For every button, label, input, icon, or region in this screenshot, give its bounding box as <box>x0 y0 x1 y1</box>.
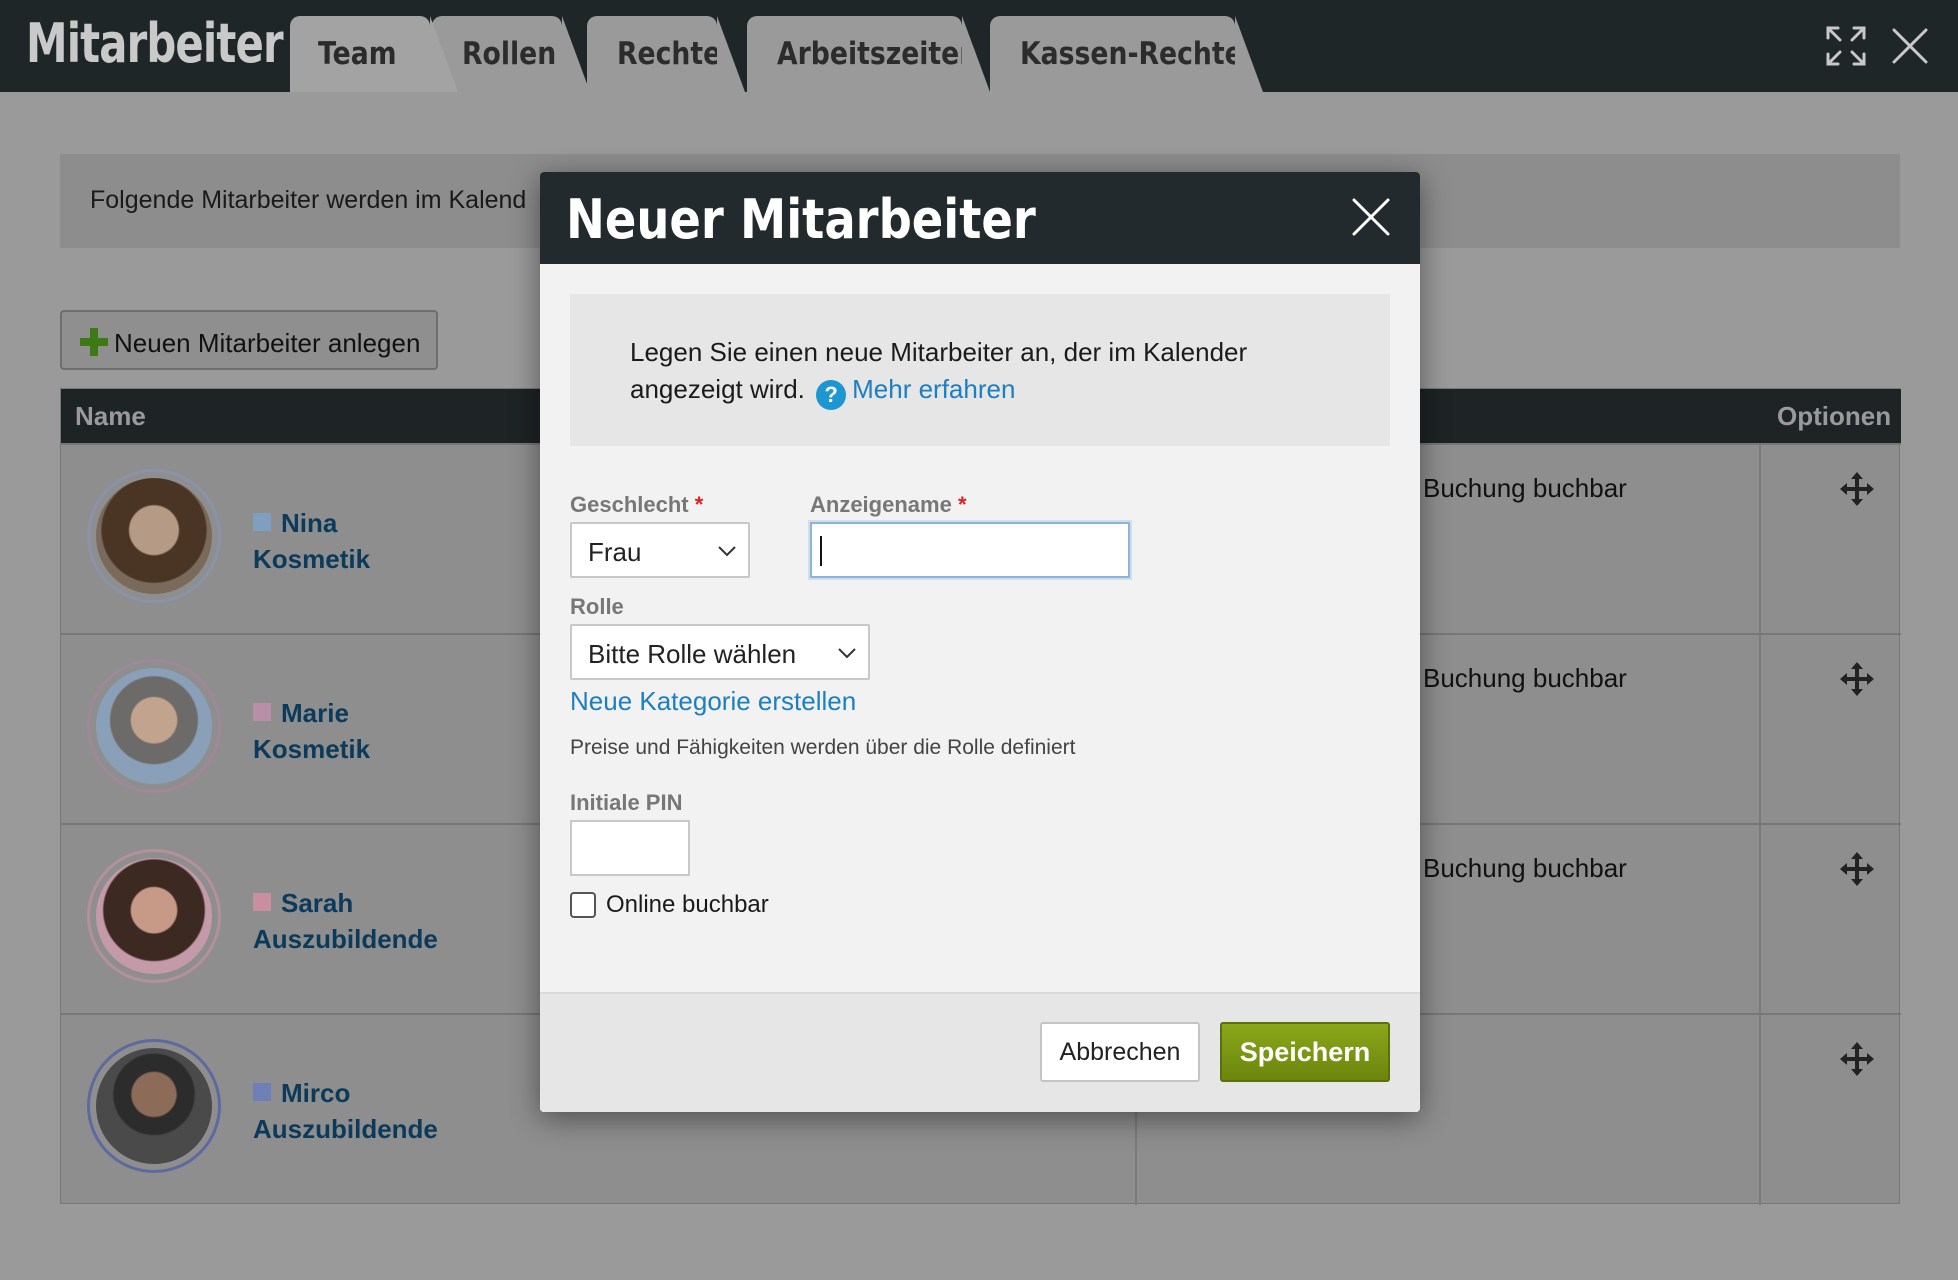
required-marker: * <box>694 492 704 517</box>
booking-status: Buchung buchbar <box>1423 473 1627 503</box>
text-caret <box>820 536 822 566</box>
employee-role: Kosmetik <box>253 734 371 764</box>
gender-label: Geschlecht * <box>570 492 703 518</box>
avatar <box>87 849 221 983</box>
employee-name[interactable]: Marie Kosmetik <box>253 695 370 767</box>
tab-label: Kassen-Rechte <box>1020 36 1243 72</box>
dialog-title: Neuer Mitarbeiter <box>566 188 1036 251</box>
avatar <box>87 659 221 793</box>
move-icon[interactable] <box>1839 851 1875 887</box>
avatar <box>87 469 221 603</box>
online-bookable-checkbox[interactable] <box>570 892 596 918</box>
save-button[interactable]: Speichern <box>1220 1022 1390 1082</box>
intro-text: Legen Sie einen neue Mitarbeiter an, der… <box>630 334 1350 410</box>
employee-name[interactable]: Nina Kosmetik <box>253 505 370 577</box>
top-bar: Mitarbeiter Team Rollen Rechte Arbeitsze… <box>0 0 1958 92</box>
plus-icon <box>80 328 108 356</box>
booking-status: Buchung buchbar <box>1423 663 1627 693</box>
move-icon[interactable] <box>1839 1041 1875 1077</box>
tab-label: Rollen <box>462 36 557 72</box>
color-square <box>253 703 271 721</box>
employee-role: Auszubildende <box>253 924 438 954</box>
display-name-label: Anzeigename * <box>810 492 967 518</box>
dialog-footer: Abbrechen Speichern <box>540 992 1420 1112</box>
employee-first-name: Nina <box>281 508 338 538</box>
new-employee-dialog: Neuer Mitarbeiter Legen Sie einen neue M… <box>540 172 1420 1112</box>
tab-rechte[interactable]: Rechte <box>587 16 745 92</box>
close-icon[interactable] <box>1888 24 1932 68</box>
employee-first-name: Marie <box>281 698 349 728</box>
role-select[interactable]: Bitte Rolle wählen <box>570 624 870 680</box>
cancel-button[interactable]: Abbrechen <box>1040 1022 1200 1082</box>
booking-status: Buchung buchbar <box>1423 853 1627 883</box>
employee-first-name: Mirco <box>281 1078 351 1108</box>
role-value: Bitte Rolle wählen <box>588 639 797 669</box>
dialog-header: Neuer Mitarbeiter <box>540 172 1420 264</box>
color-square <box>253 893 271 911</box>
role-label: Rolle <box>570 594 624 619</box>
expand-icon[interactable] <box>1824 24 1868 68</box>
tab-label: Arbeitszeiten <box>777 36 979 72</box>
tab-team[interactable]: Team <box>290 16 458 92</box>
display-name-label-text: Anzeigename <box>810 492 952 517</box>
gender-select[interactable]: Frau <box>570 522 750 578</box>
tab-kassen-rechte[interactable]: Kassen-Rechte <box>990 16 1263 92</box>
color-square <box>253 513 271 531</box>
chevron-down-icon <box>838 648 856 659</box>
chevron-down-icon <box>718 546 736 557</box>
info-text: Folgende Mitarbeiter werden im Kalend <box>90 186 527 214</box>
move-icon[interactable] <box>1839 471 1875 507</box>
new-category-link[interactable]: Neue Kategorie erstellen <box>570 686 856 717</box>
avatar <box>87 1039 221 1173</box>
online-bookable-label: Online buchbar <box>606 891 769 918</box>
add-employee-label: Neuen Mitarbeiter anlegen <box>114 328 421 358</box>
employee-role: Kosmetik <box>253 544 371 574</box>
intro-box: Legen Sie einen neue Mitarbeiter an, der… <box>570 294 1390 446</box>
role-hint: Preise und Fähigkeiten werden über die R… <box>570 736 1076 759</box>
pin-label: Initiale PIN <box>570 790 683 815</box>
required-marker: * <box>957 492 967 517</box>
close-icon[interactable] <box>1350 196 1392 238</box>
more-info-link[interactable]: Mehr erfahren <box>852 374 1015 404</box>
pin-input[interactable] <box>570 820 690 876</box>
add-employee-button[interactable]: Neuen Mitarbeiter anlegen <box>60 310 438 370</box>
employee-name[interactable]: Sarah Auszubildende <box>253 885 438 957</box>
employee-name[interactable]: Mirco Auszubildende <box>253 1075 438 1147</box>
gender-label-text: Geschlecht <box>570 492 689 517</box>
tab-arbeitszeiten[interactable]: Arbeitszeiten <box>747 16 990 92</box>
color-square <box>253 1083 271 1101</box>
employee-first-name: Sarah <box>281 888 354 918</box>
employee-role: Auszubildende <box>253 1114 438 1144</box>
app-title: Mitarbeiter <box>26 12 284 75</box>
tab-label: Team <box>318 36 397 72</box>
column-header-name: Name <box>75 401 146 431</box>
tab-label: Rechte <box>617 36 722 72</box>
display-name-input[interactable] <box>810 522 1130 578</box>
gender-value: Frau <box>588 537 642 567</box>
column-header-options: Optionen <box>1777 401 1892 431</box>
move-icon[interactable] <box>1839 661 1875 697</box>
help-icon[interactable]: ? <box>816 380 847 410</box>
